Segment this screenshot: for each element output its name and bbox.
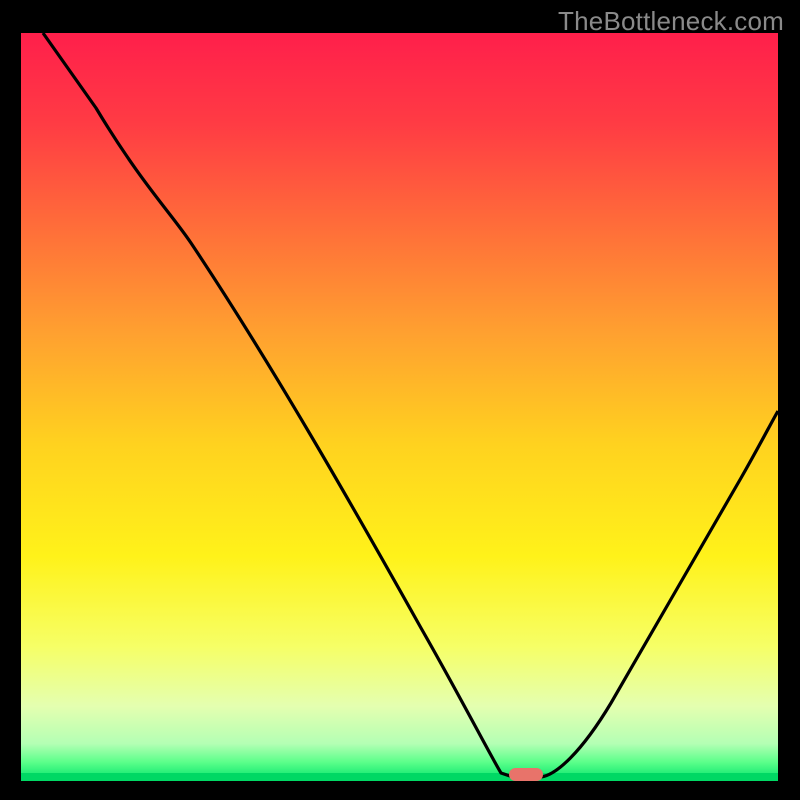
bottleneck-chart bbox=[21, 33, 778, 781]
chart-frame bbox=[21, 33, 778, 781]
optimal-marker bbox=[509, 768, 543, 781]
watermark-text: TheBottleneck.com bbox=[558, 6, 784, 37]
gradient-background bbox=[21, 33, 778, 781]
baseline-strip bbox=[21, 773, 778, 781]
